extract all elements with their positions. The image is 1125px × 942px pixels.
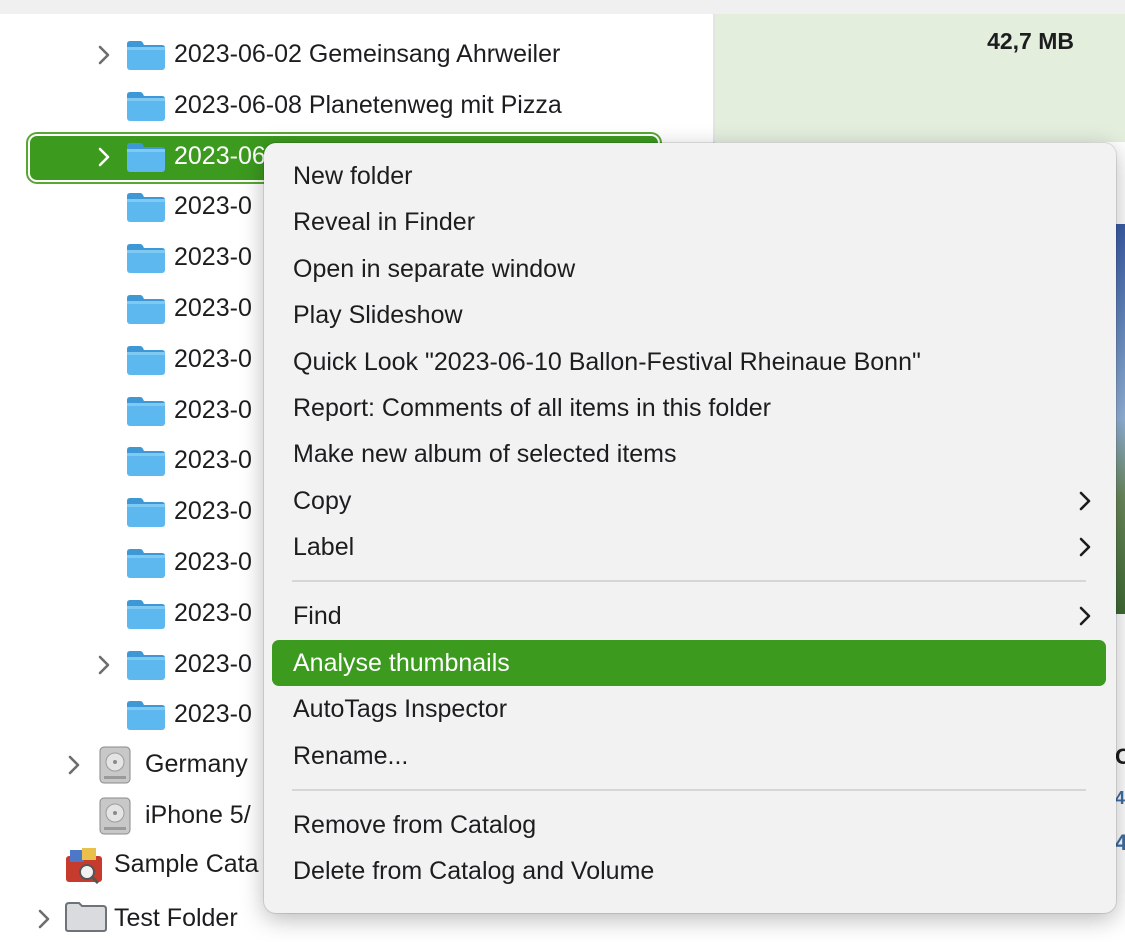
chevron-right-icon[interactable] xyxy=(94,650,114,680)
menu-item-reveal-in-finder[interactable]: Reveal in Finder xyxy=(272,199,1106,245)
menu-item-label: Make new album of selected items xyxy=(293,440,677,468)
chevron-right-icon[interactable] xyxy=(94,142,114,172)
folder-label: 2023-0 xyxy=(174,243,252,272)
folder-row[interactable]: 2023-06-08 Planetenweg mit Pizza xyxy=(0,83,714,129)
menu-item-label[interactable]: Label xyxy=(272,524,1106,570)
menu-item-label: Rename... xyxy=(293,742,409,770)
folder-icon xyxy=(126,598,166,630)
menu-item-find[interactable]: Find xyxy=(272,593,1106,639)
folder-label: 2023-0 xyxy=(174,192,252,221)
folder-size: 42,7 MB xyxy=(987,28,1074,54)
folder-label: 2023-0 xyxy=(174,294,252,322)
volume-label: Germany xyxy=(145,750,248,778)
context-menu: New folder Reveal in Finder Open in separa… xyxy=(264,143,1116,913)
menu-item-make-new-album-of-selected-items[interactable]: Make new album of selected items xyxy=(272,431,1106,477)
folder-icon xyxy=(126,699,166,731)
folder-row[interactable]: 2023-06-02 Gemeinsang Ahrweiler xyxy=(0,32,714,78)
folder-label: 2023-0 xyxy=(174,497,252,526)
menu-item-new-folder[interactable]: New folder xyxy=(272,153,1106,199)
folder-icon xyxy=(126,39,166,71)
menu-item-delete-from-catalog-and-volume[interactable]: Delete from Catalog and Volume xyxy=(272,848,1106,894)
menu-item-label: Report: Comments of all items in this fo… xyxy=(293,394,771,422)
menu-item-label: New folder xyxy=(293,162,413,190)
folder-icon xyxy=(126,344,166,376)
menu-item-report-comments-of-all-items-in-this-folder[interactable]: Report: Comments of all items in this fo… xyxy=(272,385,1106,431)
size-panel: 42,7 MB xyxy=(715,14,1125,142)
menu-item-label: Find xyxy=(293,602,342,630)
chevron-right-icon[interactable] xyxy=(34,904,54,934)
chevron-right-icon xyxy=(1078,537,1092,557)
folder-icon xyxy=(126,496,166,528)
menu-item-label: Reveal in Finder xyxy=(293,208,476,236)
menu-item-label: Analyse thumbnails xyxy=(293,649,510,677)
folder-icon xyxy=(126,90,166,122)
catalog-label: Test Folder xyxy=(114,904,238,932)
top-strip xyxy=(0,0,1125,14)
catalog-label: Sample Cata xyxy=(114,850,259,878)
volume-label: iPhone 5/ xyxy=(145,800,251,829)
menu-separator xyxy=(292,580,1086,582)
folder-label: 2023-06-02 Gemeinsang Ahrweiler xyxy=(174,40,561,68)
menu-item-label: AutoTags Inspector xyxy=(293,695,508,723)
folder-icon xyxy=(126,547,166,579)
menu-item-copy[interactable]: Copy xyxy=(272,478,1106,524)
menu-item-label: Play Slideshow xyxy=(293,301,463,329)
menu-item-remove-from-catalog[interactable]: Remove from Catalog xyxy=(272,802,1106,848)
menu-item-label: Delete from Catalog and Volume xyxy=(293,857,655,885)
folder-icon xyxy=(126,242,166,274)
menu-item-label: Open in separate window xyxy=(293,255,576,283)
folder-label: 2023-0 xyxy=(174,598,252,627)
menu-item-rename[interactable]: Rename... xyxy=(272,733,1106,779)
menu-separator xyxy=(292,789,1086,791)
drive-icon xyxy=(98,796,132,836)
menu-item-label: Remove from Catalog xyxy=(293,811,537,839)
folder-icon xyxy=(126,395,166,427)
menu-item-quick-look-2023-06-10-ballon-festival-rheinaue-bonn[interactable]: Quick Look "2023-06-10 Ballon-Festival R… xyxy=(272,339,1106,385)
menu-item-label: Quick Look "2023-06-10 Ballon-Festival R… xyxy=(293,348,921,376)
chevron-right-icon xyxy=(1078,606,1092,626)
folder-icon xyxy=(126,649,166,681)
menu-item-play-slideshow[interactable]: Play Slideshow xyxy=(272,292,1106,338)
folder-label: 2023-0 xyxy=(174,446,252,475)
menu-item-label: Label xyxy=(293,533,355,561)
folder-icon xyxy=(126,293,166,325)
info-peek-text: 4 xyxy=(1115,830,1125,855)
menu-item-label: Copy xyxy=(293,487,352,515)
folder-icon xyxy=(126,445,166,477)
folder-icon xyxy=(126,191,166,223)
folder-label: 2023-0 xyxy=(174,344,252,373)
menu-item-open-in-separate-window[interactable]: Open in separate window xyxy=(272,246,1106,292)
folder-label: 2023-06-08 Planetenweg mit Pizza xyxy=(174,90,562,119)
catalog-icon xyxy=(64,846,108,885)
folder-icon xyxy=(64,900,108,938)
menu-item-autotags-inspector[interactable]: AutoTags Inspector xyxy=(272,686,1106,732)
folder-label: 2023-0 xyxy=(174,548,252,576)
folder-label: 2023-0 xyxy=(174,395,252,424)
folder-label: 2023-0 xyxy=(174,649,252,678)
chevron-right-icon[interactable] xyxy=(94,40,114,70)
folder-icon xyxy=(126,141,166,173)
info-peek-text: 40 xyxy=(1115,788,1125,808)
folder-label: 2023-0 xyxy=(174,700,252,729)
info-peek-text: C xyxy=(1115,744,1125,769)
chevron-right-icon[interactable] xyxy=(64,750,84,780)
chevron-right-icon xyxy=(1078,491,1092,511)
drive-icon xyxy=(98,745,132,785)
menu-item-analyse-thumbnails[interactable]: Analyse thumbnails xyxy=(272,640,1106,686)
